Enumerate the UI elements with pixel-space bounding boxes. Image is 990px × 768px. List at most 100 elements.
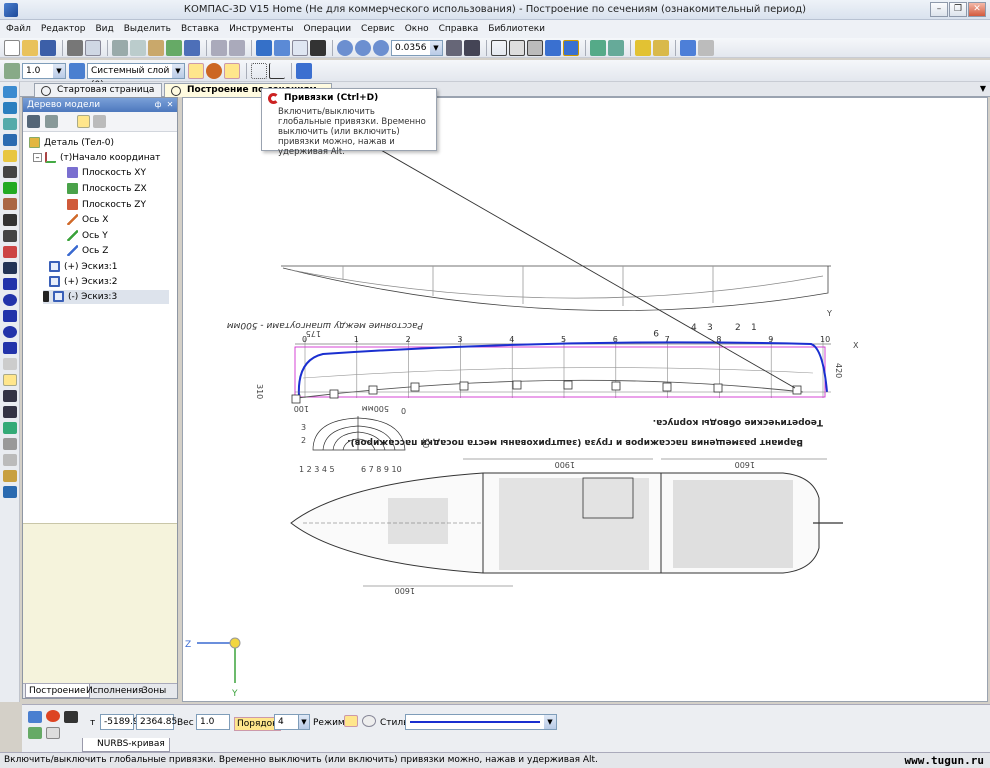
control-point-handle[interactable]: [291, 394, 301, 404]
variables-icon[interactable]: [292, 39, 308, 56]
tool-icon[interactable]: [3, 246, 17, 258]
shaded-edges-icon[interactable]: [563, 39, 579, 56]
tab-versions[interactable]: Исполнения: [83, 684, 146, 698]
tree-item-plane-xy[interactable]: Плоскость XY: [67, 166, 146, 180]
detail-icon[interactable]: [635, 39, 651, 56]
control-point-handle[interactable]: [459, 381, 469, 391]
chevron-down-icon[interactable]: ▼: [430, 40, 442, 55]
pin-icon[interactable]: ф: [153, 99, 163, 110]
tool-icon[interactable]: [3, 198, 17, 210]
filter-icon[interactable]: [590, 39, 606, 56]
snap-icon[interactable]: [206, 62, 222, 79]
format-brush-icon[interactable]: [166, 39, 182, 56]
menu-view[interactable]: Вид: [95, 24, 113, 34]
menu-select[interactable]: Выделить: [124, 24, 171, 34]
tabs-menu-icon[interactable]: ▼: [980, 84, 986, 93]
tool-icon[interactable]: [3, 86, 17, 98]
hidden-lines-icon[interactable]: [509, 39, 525, 56]
grid-icon[interactable]: [251, 62, 267, 79]
zoom-scale-icon[interactable]: [373, 39, 389, 56]
restore-button[interactable]: ❐: [949, 2, 967, 17]
collapse-icon[interactable]: –: [33, 153, 42, 162]
ortho-icon[interactable]: [188, 62, 204, 79]
properties-icon[interactable]: [184, 39, 200, 56]
tree-item-origin[interactable]: – (т)Начало координат: [33, 151, 160, 165]
tool-icon[interactable]: [3, 406, 17, 418]
tool-icon[interactable]: [3, 166, 17, 178]
control-point-handle[interactable]: [368, 385, 378, 395]
menu-operations[interactable]: Операции: [303, 24, 351, 34]
tree-item-plane-zy[interactable]: Плоскость ZY: [67, 198, 146, 212]
print-icon[interactable]: [67, 39, 83, 56]
tool-icon[interactable]: [3, 278, 17, 290]
tool-icon[interactable]: [3, 230, 17, 242]
stop-icon[interactable]: [46, 710, 60, 722]
tool-icon[interactable]: [3, 326, 17, 338]
help-pointer-icon[interactable]: [310, 39, 326, 56]
preview-icon[interactable]: [85, 39, 101, 56]
tab-zones[interactable]: Зоны: [139, 684, 169, 698]
tree-options-icon[interactable]: [93, 115, 106, 128]
tree-item-sketch-1[interactable]: (+) Эскиз:1: [49, 260, 118, 274]
zoom-scale-field[interactable]: 0.0356 ▼: [391, 39, 443, 56]
tree-sort-icon[interactable]: [45, 115, 58, 128]
chevron-down-icon[interactable]: ▼: [172, 63, 184, 78]
selection-filter-icon[interactable]: [608, 39, 624, 56]
menu-editor[interactable]: Редактор: [41, 24, 86, 34]
close-button[interactable]: ✕: [968, 2, 986, 17]
tool-icon[interactable]: [3, 150, 17, 162]
undo-icon[interactable]: [211, 39, 227, 56]
shaded-icon[interactable]: [545, 39, 561, 56]
tool-icon[interactable]: [3, 358, 17, 370]
chevron-down-icon[interactable]: ▼: [53, 63, 65, 78]
line-style-field[interactable]: ▼: [405, 714, 557, 730]
tool-icon[interactable]: [3, 310, 17, 322]
tab-nurbs[interactable]: NURBS-кривая: [82, 738, 170, 752]
control-point-handle[interactable]: [713, 383, 723, 393]
closed-mode-icon[interactable]: [344, 715, 358, 727]
cancel-icon[interactable]: [64, 711, 78, 723]
control-point-handle[interactable]: [512, 380, 522, 390]
pin-panel-icon[interactable]: [28, 727, 42, 739]
tool-icon[interactable]: [3, 182, 17, 194]
wireframe-icon[interactable]: [491, 39, 507, 56]
tool-icon[interactable]: [3, 470, 17, 482]
tree-item-sketch-3[interactable]: (-) Эскиз:3: [43, 290, 169, 304]
tree-item-axis-z[interactable]: Ось Z: [67, 244, 108, 258]
tool-icon[interactable]: [3, 262, 17, 274]
coord-x-field[interactable]: -5189.9: [100, 714, 139, 730]
tool-icon[interactable]: [3, 438, 17, 450]
drawing-canvas[interactable]: 9 1 2 3 4 Расстояние между шпангоутами -…: [182, 97, 988, 702]
tree-item-axis-x[interactable]: Ось X: [67, 213, 108, 227]
sheet-icon[interactable]: [698, 39, 714, 56]
menu-tools[interactable]: Инструменты: [229, 24, 293, 34]
tool-icon[interactable]: [3, 118, 17, 130]
save-icon[interactable]: [40, 39, 56, 56]
create-object-icon[interactable]: [28, 711, 42, 723]
coords-icon[interactable]: [269, 62, 285, 79]
tool-icon[interactable]: [3, 390, 17, 402]
tool-icon[interactable]: [3, 134, 17, 146]
tool-icon[interactable]: [3, 342, 17, 354]
paste-icon[interactable]: [148, 39, 164, 56]
open-file-icon[interactable]: [22, 39, 38, 56]
manager-icon[interactable]: [256, 39, 272, 56]
coord-y-field[interactable]: 2364.85: [136, 714, 177, 730]
tree-item-plane-zx[interactable]: Плоскость ZX: [67, 182, 147, 196]
tab-construction[interactable]: Построение: [25, 684, 90, 698]
layer-field[interactable]: Системный слой (0) ▼: [87, 62, 185, 90]
tree-view-icon[interactable]: [77, 115, 90, 128]
nurbs-curve[interactable]: [297, 341, 828, 397]
tab-start-page[interactable]: Стартовая страница: [34, 83, 162, 97]
tree-item-axis-y[interactable]: Ось Y: [67, 229, 108, 243]
open-mode-icon[interactable]: [362, 715, 376, 727]
hidden-thin-icon[interactable]: [527, 39, 543, 56]
tool-icon[interactable]: [3, 214, 17, 226]
tool-icon[interactable]: [3, 422, 17, 434]
appearance-icon[interactable]: [680, 39, 696, 56]
table-icon[interactable]: [274, 39, 290, 56]
control-point-handle[interactable]: [329, 389, 339, 399]
tree-structure-icon[interactable]: [27, 115, 40, 128]
step-field[interactable]: 1.0 ▼: [22, 62, 66, 79]
rotate-icon[interactable]: [446, 39, 462, 56]
